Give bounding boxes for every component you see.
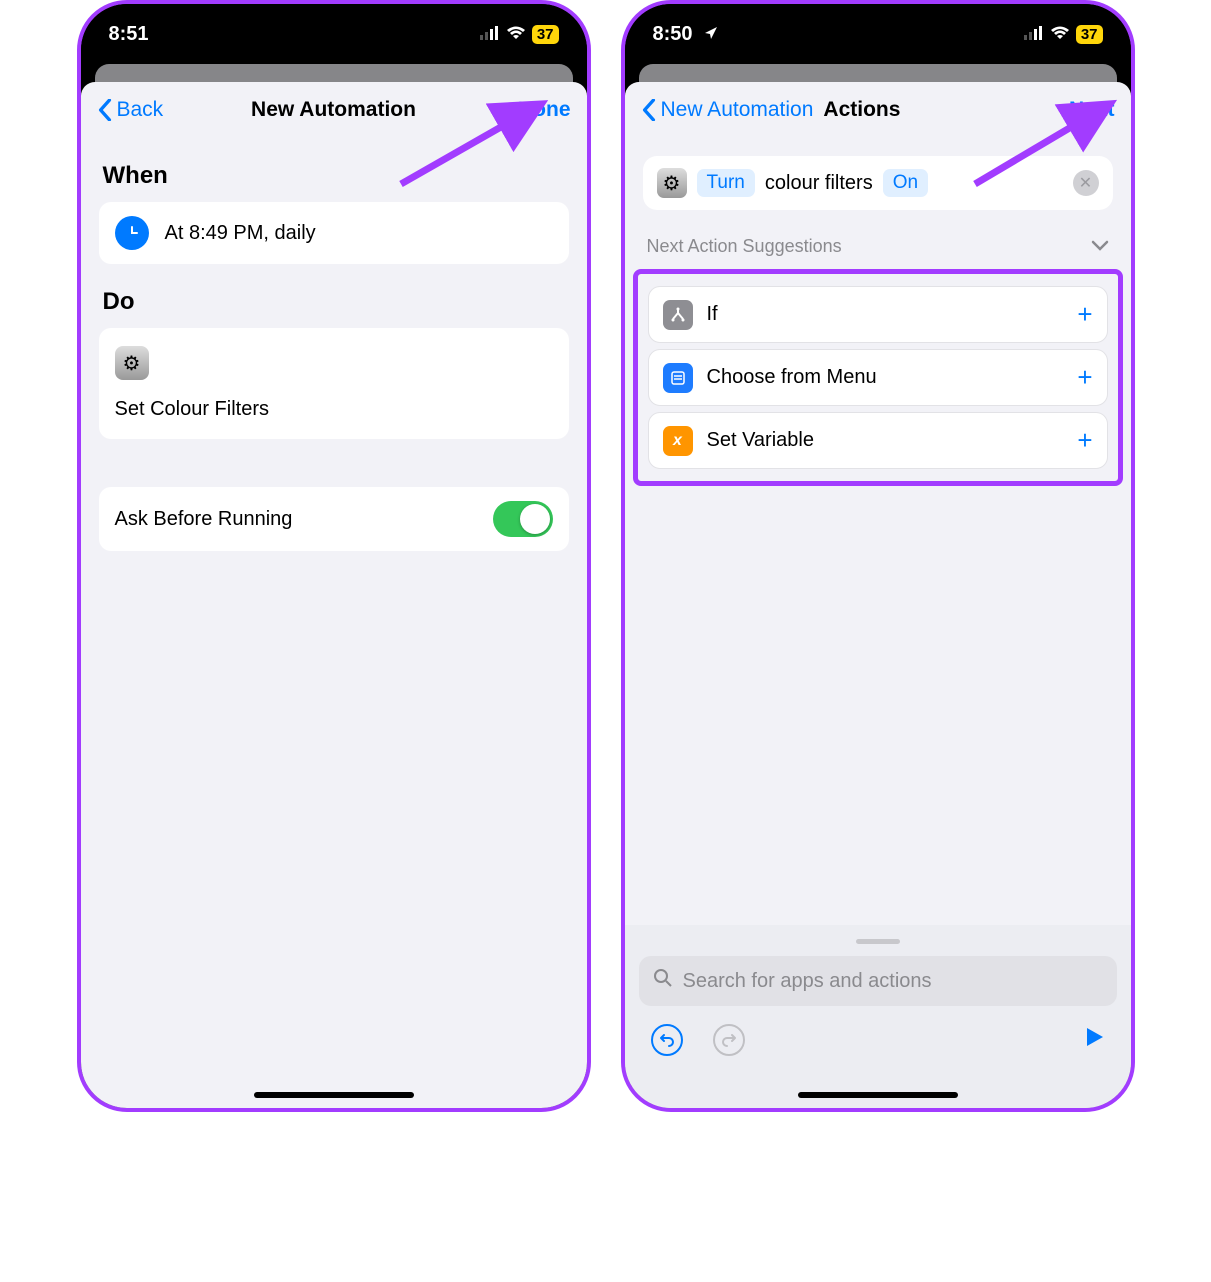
bottom-panel: Search for apps and actions [625,925,1131,1108]
chevron-left-icon [97,99,113,121]
sheet-behind [95,64,573,82]
nav-bar: New Automation Actions Next [625,82,1131,138]
done-button[interactable]: Done [518,98,571,122]
action-state-pill[interactable]: On [883,169,928,197]
sheet: New Automation Actions Next ⚙︎ Turn colo… [625,82,1131,1108]
annotation-highlight: If + Choose from Menu + x Set Variable + [633,269,1123,486]
menu-icon [663,363,693,393]
undo-button[interactable] [651,1024,683,1056]
suggestions-header[interactable]: Next Action Suggestions [625,228,1131,265]
when-header: When [81,138,587,202]
home-indicator[interactable] [798,1092,958,1098]
left-screenshot: 8:51 37 Back New Automation Done When [77,0,591,1112]
next-button[interactable]: Next [1069,98,1115,122]
status-time: 8:51 [109,23,149,46]
suggestions-header-label: Next Action Suggestions [647,236,842,257]
page-title: Actions [823,98,900,122]
settings-app-icon: ⚙︎ [115,346,149,380]
status-left-group: 8:50 [653,23,719,46]
status-bar: 8:50 37 [625,4,1131,64]
add-icon[interactable]: + [1077,362,1092,393]
back-button[interactable]: Back [97,98,164,122]
do-action-row[interactable]: ⚙︎ Set Colour Filters [99,328,569,439]
ask-label: Ask Before Running [115,508,293,531]
clock-icon [115,216,149,250]
bottom-toolbar [639,1006,1117,1056]
drag-handle[interactable] [856,939,900,944]
clear-action-button[interactable]: ✕ [1073,170,1099,196]
page-title: New Automation [251,98,416,122]
action-param: colour filters [765,172,873,195]
do-header: Do [81,264,587,328]
suggestion-set-variable[interactable]: x Set Variable + [648,412,1108,469]
action-block[interactable]: ⚙︎ Turn colour filters On ✕ [643,156,1113,210]
redo-button [713,1024,745,1056]
settings-app-icon: ⚙︎ [657,168,687,198]
when-trigger-text: At 8:49 PM, daily [165,222,316,245]
variable-icon: x [663,426,693,456]
add-icon[interactable]: + [1077,299,1092,330]
when-trigger-row[interactable]: At 8:49 PM, daily [99,202,569,264]
chevron-left-icon [641,99,657,121]
wifi-icon [506,23,526,46]
back-label: Back [117,98,164,122]
status-bar: 8:51 37 [81,4,587,64]
search-input[interactable]: Search for apps and actions [639,956,1117,1006]
suggestion-label: Choose from Menu [707,366,877,389]
suggestion-label: Set Variable [707,429,814,452]
battery-icon: 37 [532,25,559,44]
home-indicator[interactable] [254,1092,414,1098]
status-right: 37 [1024,23,1103,46]
nav-bar: Back New Automation Done [81,82,587,138]
ask-toggle[interactable] [493,501,553,537]
back-button[interactable]: New Automation [641,98,814,122]
wifi-icon [1050,23,1070,46]
location-icon [704,23,718,45]
status-right: 37 [480,23,559,46]
branch-icon [663,300,693,330]
sheet-behind [639,64,1117,82]
search-placeholder: Search for apps and actions [683,970,932,993]
back-label: New Automation [661,98,814,122]
suggestion-choose-menu[interactable]: Choose from Menu + [648,349,1108,406]
status-time: 8:50 [653,23,693,45]
action-verb-pill[interactable]: Turn [697,169,755,197]
chevron-down-icon [1091,236,1109,257]
add-icon[interactable]: + [1077,425,1092,456]
run-button[interactable] [1083,1026,1105,1055]
suggestion-if[interactable]: If + [648,286,1108,343]
sheet: Back New Automation Done When At 8:49 PM… [81,82,587,1108]
signal-icon [1024,23,1044,46]
battery-icon: 37 [1076,25,1103,44]
suggestion-label: If [707,303,718,326]
signal-icon [480,23,500,46]
ask-before-running-row[interactable]: Ask Before Running [99,487,569,551]
do-action-text: Set Colour Filters [115,398,270,421]
search-icon [653,968,673,994]
right-screenshot: 8:50 37 New Automation Actions Next [621,0,1135,1112]
